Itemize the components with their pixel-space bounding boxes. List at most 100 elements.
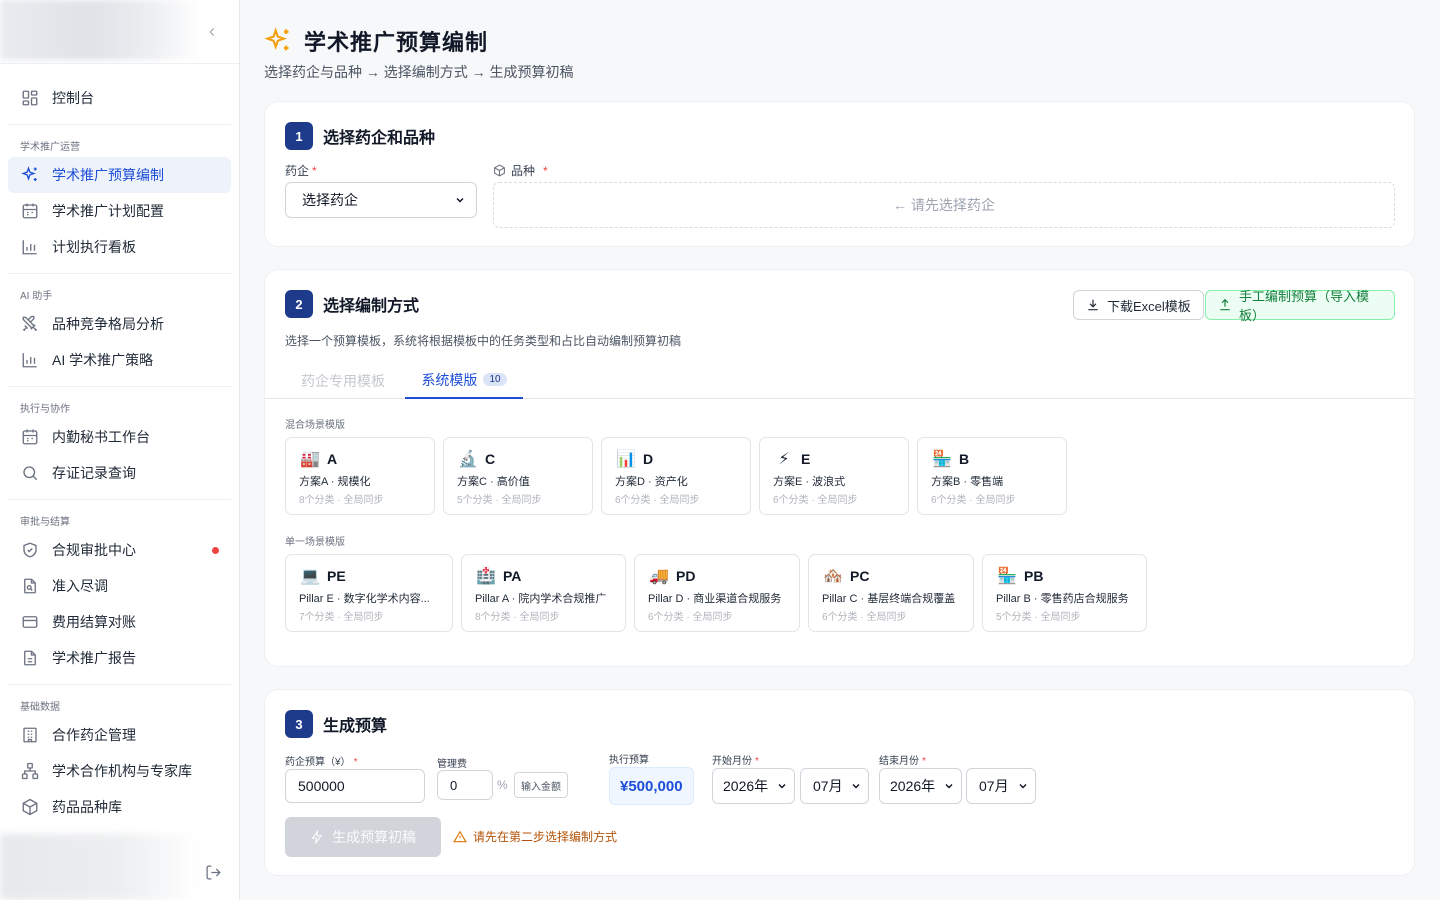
sidebar-item-settlement[interactable]: 费用结算对账 [8,604,231,640]
end-month-select[interactable]: 07月 [966,768,1036,804]
sidebar-group-label: 学术推广运营 [20,142,80,153]
end-year-value: 2026年 [890,778,936,794]
start-year-select[interactable]: 2026年 [712,768,795,804]
template-card-pb[interactable]: 🏪 PB Pillar B · 零售药店合规服务 5个分类 · 全局同步 [982,554,1147,632]
lightning-icon [310,830,324,844]
sidebar-item-budget[interactable]: 学术推广预算编制 [8,157,231,193]
budget-input[interactable]: 500000 [285,769,425,803]
template-card-pc[interactable]: 🏘️ PC Pillar C · 基层终端合规覆盖 6个分类 · 全局同步 [808,554,974,632]
single-templates-label: 单一场景模版 [285,537,345,548]
building-icon [20,725,40,745]
sidebar-item-drug-library[interactable]: 药品品种库 [8,789,231,825]
manual-budget-label: 手工编制预算（导入模板） [1239,289,1370,323]
logout-icon [205,864,221,880]
sidebar-item-label: 学术推广报告 [52,650,136,666]
end-year-select[interactable]: 2026年 [879,768,962,804]
tab-pharma-templates[interactable]: 药企专用模板 [301,362,385,399]
fee-input[interactable]: 0 [437,770,493,800]
sparkles-icon [264,27,292,55]
start-month-value: 07月 [813,778,843,794]
template-emoji-icon: 🏪 [997,568,1017,585]
sidebar-item-secretary[interactable]: 内勤秘书工作台 [8,419,231,455]
pharma-select-value: 选择药企 [302,192,358,208]
generate-budget-button[interactable]: 生成预算初稿 [285,817,441,857]
warning-triangle-icon [453,830,467,844]
template-emoji-icon: 🏭 [300,451,320,468]
template-card-pd[interactable]: 🚚 PD Pillar D · 商业渠道合规服务 6个分类 · 全局同步 [634,554,800,632]
step2-header: 2 选择编制方式 [285,290,419,318]
credit-card-icon [20,612,40,632]
exec-budget-value: ¥500,000 [609,767,694,805]
template-meta: 6个分类 · 全局同步 [773,495,858,506]
chevron-down-icon [454,194,466,206]
end-month-value: 07月 [979,778,1009,794]
sidebar-item-report[interactable]: 学术推广报告 [8,640,231,676]
sidebar-item-compliance[interactable]: 合规审批中心 [8,532,231,568]
step-number: 2 [285,290,313,318]
sidebar-item-competition[interactable]: 品种竞争格局分析 [8,306,231,342]
pharma-select[interactable]: 选择药企 [285,182,477,218]
template-emoji-icon: 💻 [300,568,320,585]
sidebar-item-plan-config[interactable]: 学术推广计划配置 [8,193,231,229]
file-text-icon [20,648,40,668]
step3-header: 3 生成预算 [285,710,387,738]
template-name: Pillar E · 数字化学术内容... [299,593,430,605]
template-card-pe[interactable]: 💻 PE Pillar E · 数字化学术内容... 7个分类 · 全局同步 [285,554,453,632]
sidebar-item-label: 费用结算对账 [52,614,136,630]
sidebar-group-label: 审批与结算 [20,517,70,528]
sidebar-item-evidence[interactable]: 存证记录查询 [8,455,231,491]
shield-check-icon [20,540,40,560]
sidebar-item-label: AI 学术推广策略 [52,352,154,368]
step2-description: 选择一个预算模板，系统将根据模板中的任务类型和占比自动编制预算初稿 [285,334,682,348]
template-name: 方案B · 零售端 [931,476,1004,488]
chevron-down-icon [1017,780,1029,792]
sidebar-item-label: 学术推广预算编制 [52,167,164,183]
template-card-b[interactable]: 🏪 B 方案B · 零售端 6个分类 · 全局同步 [917,437,1067,515]
tab-system-templates[interactable]: 系统模版 10 [405,362,523,399]
pharma-label: 药企 * [285,164,317,178]
template-card-a[interactable]: 🏭 A 方案A · 规模化 8个分类 · 全局同步 [285,437,435,515]
sidebar-item-label: 学术合作机构与专家库 [52,763,192,779]
step1-card: 1 选择药企和品种 药企 * 选择药企 品种 * ← 请先选择药企 [264,101,1415,247]
variety-placeholder: ← 请先选择药企 [493,182,1395,228]
sidebar-group-label: 基础数据 [20,702,60,713]
sidebar-item-ai-strategy[interactable]: AI 学术推广策略 [8,342,231,378]
input-amount-button[interactable]: 输入金额 [514,772,568,798]
page-title: 学术推广预算编制 [304,30,489,55]
calendar-icon [20,201,40,221]
template-card-e[interactable]: ⚡ E 方案E · 波浪式 6个分类 · 全局同步 [759,437,909,515]
generate-budget-label: 生成预算初稿 [332,829,416,845]
template-card-pa[interactable]: 🏥 PA Pillar A · 院内学术合规推广 8个分类 · 全局同步 [461,554,626,632]
chevron-down-icon [776,780,788,792]
start-month-select[interactable]: 07月 [800,768,869,804]
sidebar-item-partner-pharma[interactable]: 合作药企管理 [8,717,231,753]
sidebar: 控制台 学术推广运营 学术推广预算编制 学术推广计划配置 计划执行看板 AI 助… [0,0,240,900]
manual-budget-button[interactable]: 手工编制预算（导入模板） [1205,289,1395,323]
template-emoji-icon: 🏥 [476,568,496,585]
sidebar-group-label: AI 助手 [20,291,53,302]
template-code: PD [676,568,696,584]
template-emoji-icon: 🚚 [649,568,669,585]
template-name: 方案A · 规模化 [299,476,371,488]
template-meta: 6个分类 · 全局同步 [822,612,907,623]
divider [8,499,231,500]
template-code: PC [850,568,870,584]
download-excel-button[interactable]: 下载Excel模板 [1073,290,1204,320]
sidebar-item-institutions[interactable]: 学术合作机构与专家库 [8,753,231,789]
budget-label: 药企预算（¥） * [285,757,358,768]
template-meta: 6个分类 · 全局同步 [615,495,700,506]
collapse-sidebar-button[interactable] [202,22,222,42]
sidebar-item-dashboard[interactable]: 控制台 [8,80,231,116]
template-card-d[interactable]: 📊 D 方案D · 资产化 6个分类 · 全局同步 [601,437,751,515]
step-number: 1 [285,122,313,150]
template-emoji-icon: 📊 [616,451,636,468]
template-meta: 6个分类 · 全局同步 [648,612,733,623]
sidebar-item-due-diligence[interactable]: 准入尽调 [8,568,231,604]
sidebar-item-exec-board[interactable]: 计划执行看板 [8,229,231,265]
step-title: 选择药企和品种 [323,130,436,147]
template-card-c[interactable]: 🔬 C 方案C · 高价值 5个分类 · 全局同步 [443,437,593,515]
mixed-templates-label: 混合场景模版 [285,420,345,431]
logout-button[interactable] [203,862,223,882]
template-name: 方案D · 资产化 [615,476,688,488]
sidebar-item-label: 品种竞争格局分析 [52,316,164,332]
